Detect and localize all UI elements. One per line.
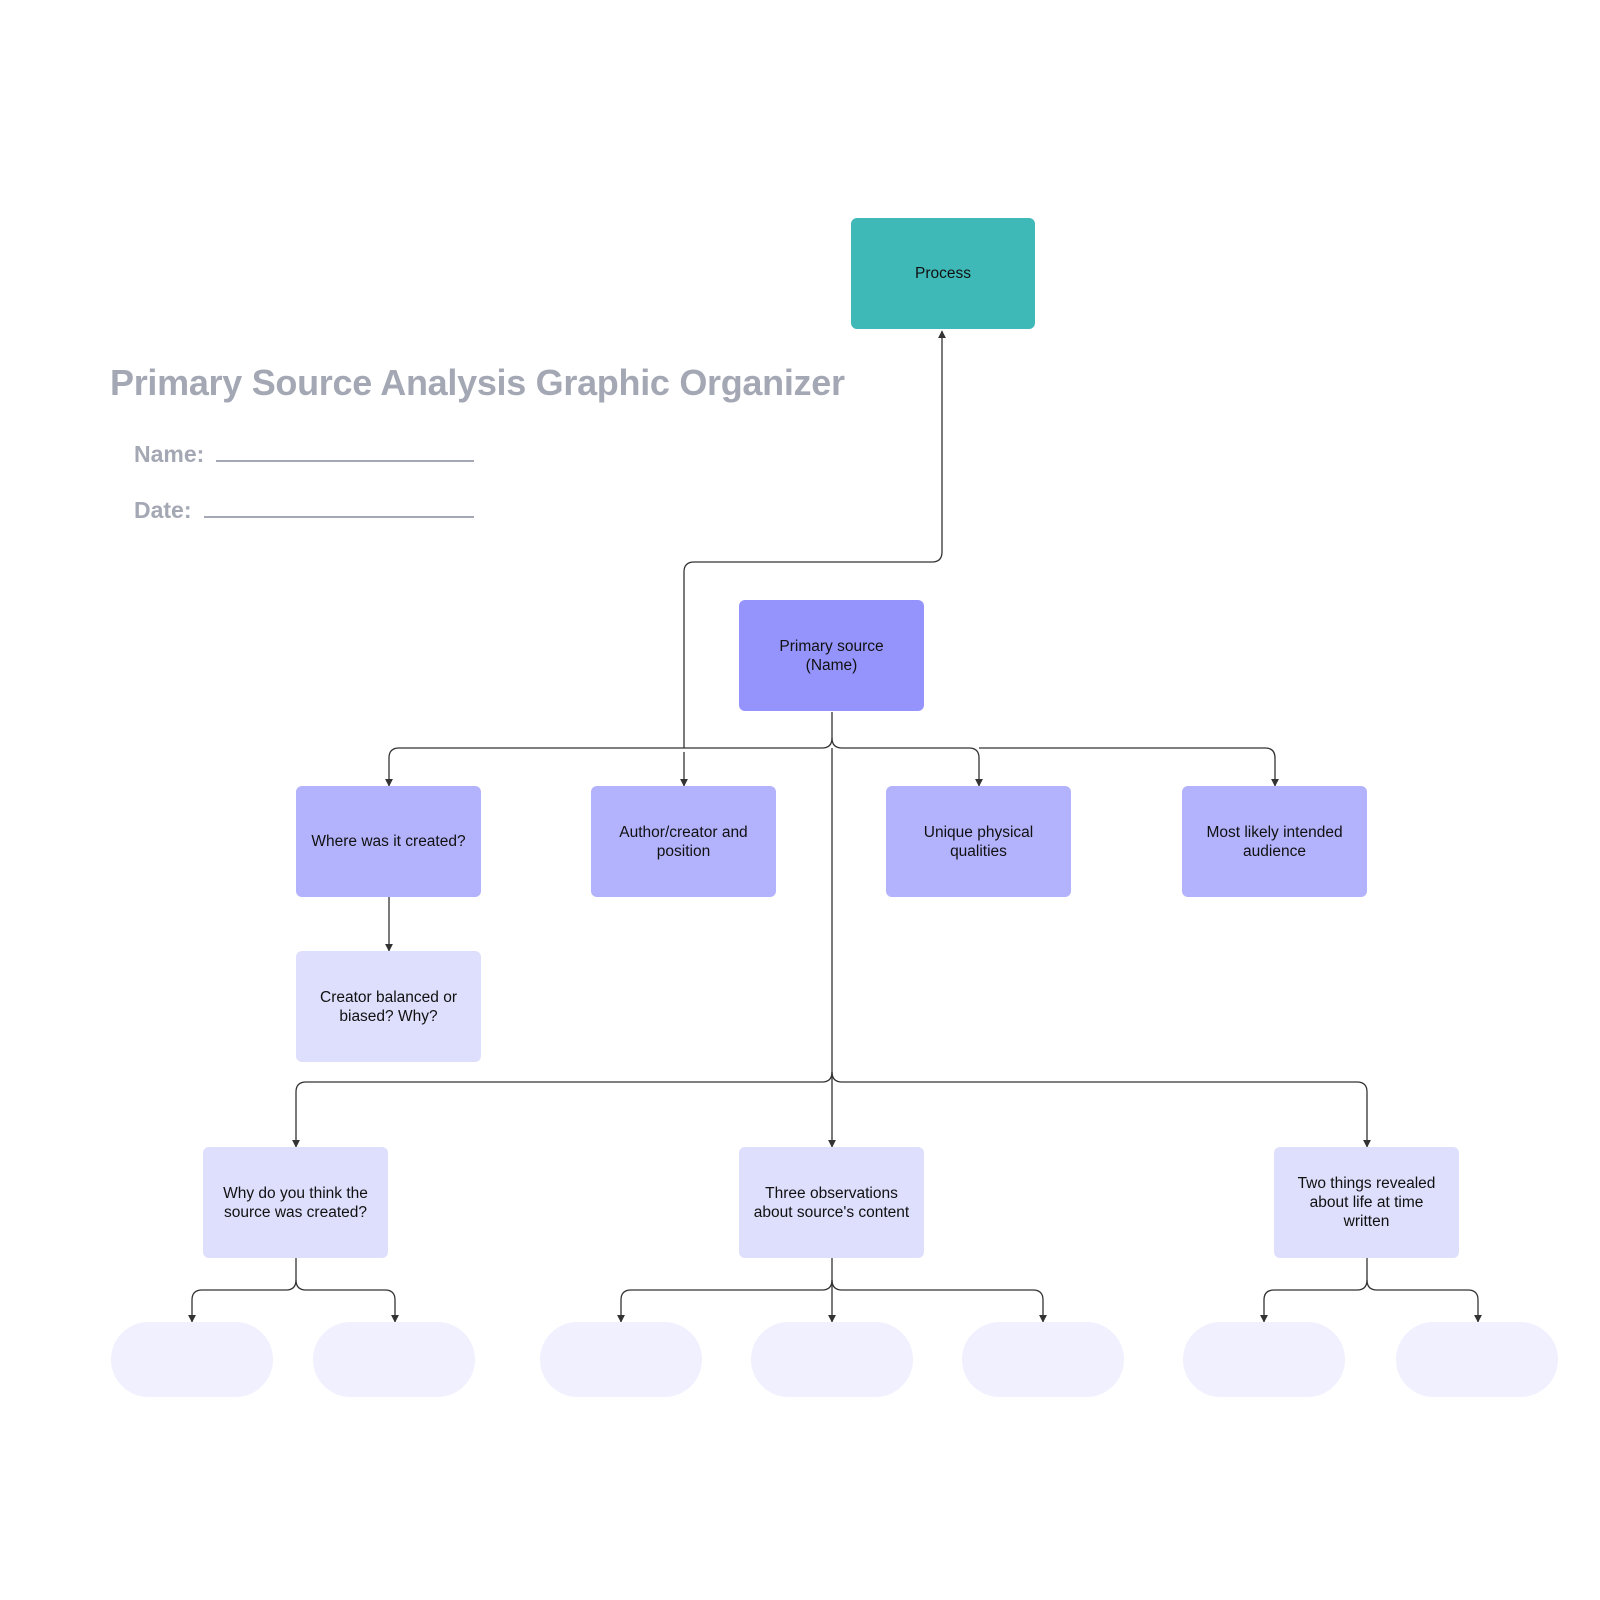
- node-intended-audience[interactable]: Most likely intended audience: [1182, 786, 1367, 897]
- connector-primary-to-two: [831, 1071, 1371, 1148]
- connector-two-to-slot-6: [1260, 1258, 1368, 1323]
- node-unique-qualities[interactable]: Unique physical qualities: [886, 786, 1071, 897]
- date-field[interactable]: Date:: [134, 494, 474, 524]
- connector-why-to-slot-2: [295, 1279, 399, 1323]
- answer-slot[interactable]: [962, 1322, 1124, 1397]
- answer-slot[interactable]: [751, 1322, 913, 1397]
- answer-slot[interactable]: [313, 1322, 475, 1397]
- answer-slot[interactable]: [1183, 1322, 1345, 1397]
- answer-slot[interactable]: [111, 1322, 273, 1397]
- page-title: Primary Source Analysis Graphic Organize…: [110, 362, 845, 403]
- date-blank-line[interactable]: [203, 494, 474, 518]
- answer-slot[interactable]: [540, 1322, 702, 1397]
- connector-primary-to-where: [385, 712, 833, 787]
- node-primary-source[interactable]: Primary source (Name): [739, 600, 924, 711]
- node-creator-bias[interactable]: Creator balanced or biased? Why?: [296, 951, 481, 1062]
- connector-why-to-slot-1: [188, 1258, 297, 1323]
- name-label: Name:: [134, 441, 205, 467]
- connector-primary-to-audience: [979, 747, 1279, 787]
- connector-three-to-slot-5: [831, 1279, 1047, 1323]
- answer-slot[interactable]: [1396, 1322, 1558, 1397]
- node-process[interactable]: Process: [851, 218, 1035, 329]
- node-three-observations[interactable]: Three observations about source's conten…: [739, 1147, 924, 1258]
- connector-primary-to-unique: [831, 737, 983, 787]
- node-two-things[interactable]: Two things revealed about life at time w…: [1274, 1147, 1459, 1258]
- node-author-creator[interactable]: Author/creator and position: [591, 786, 776, 897]
- node-why-created[interactable]: Why do you think the source was created?: [203, 1147, 388, 1258]
- name-field[interactable]: Name:: [134, 438, 475, 468]
- connector-two-to-slot-7: [1366, 1279, 1482, 1323]
- node-where-created[interactable]: Where was it created?: [296, 786, 481, 897]
- date-label: Date:: [134, 497, 192, 523]
- connector-three-to-slot-3: [617, 1258, 833, 1323]
- name-blank-line[interactable]: [216, 438, 475, 462]
